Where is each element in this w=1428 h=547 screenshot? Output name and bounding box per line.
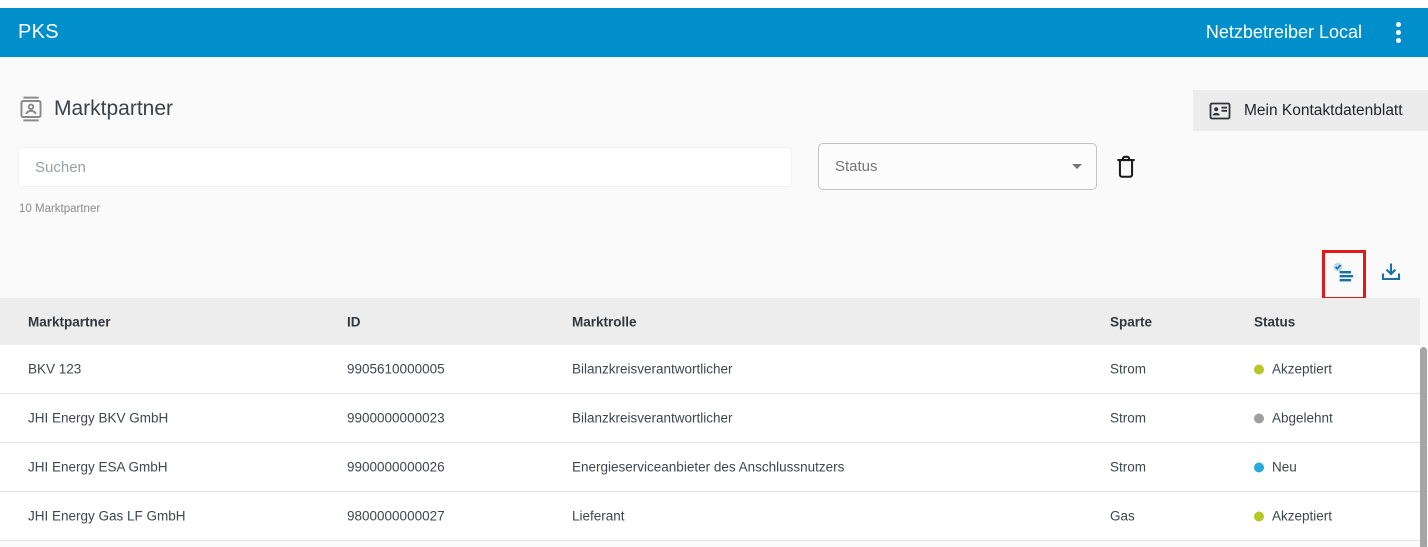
app-header: PKS Netzbetreiber Local [0, 8, 1428, 57]
cell-marktpartner: BKV 123 [28, 361, 82, 377]
page-title: Marktpartner [54, 97, 174, 120]
column-header-marktpartner: Marktpartner [28, 314, 111, 329]
contact-card-icon [1209, 102, 1231, 119]
cell-marktrolle: Bilanzkreisverantwortlicher [572, 410, 733, 426]
status-label: Neu [1272, 459, 1297, 475]
cell-id: 9800000000027 [347, 508, 445, 524]
chevron-down-icon [1072, 164, 1082, 169]
table-row[interactable]: JHI Energy ESA GmbH 9900000000026 Energi… [0, 443, 1428, 492]
cell-status: Neu [1254, 460, 1297, 475]
table-body: BKV 123 9905610000005 Bilanzkreisverantw… [0, 345, 1428, 541]
cell-id: 9905610000005 [347, 361, 445, 377]
cell-id: 9900000000023 [347, 410, 445, 426]
cell-marktrolle: Energieserviceanbieter des Anschlussnutz… [572, 459, 845, 475]
account-label: Netzbetreiber Local [1205, 22, 1362, 42]
cell-sparte: Strom [1110, 410, 1147, 426]
cell-status: Akzeptiert [1254, 509, 1332, 524]
status-filter-select[interactable]: Status [818, 143, 1097, 190]
table-header-row: Marktpartner ID Marktrolle Sparte Status [0, 298, 1420, 345]
cell-status: Abgelehnt [1254, 411, 1333, 426]
cell-status: Akzeptiert [1254, 362, 1332, 377]
status-dot [1254, 413, 1264, 423]
status-label: Akzeptiert [1272, 508, 1333, 524]
status-dot [1254, 511, 1264, 521]
table-row[interactable]: BKV 123 9905610000005 Bilanzkreisverantw… [0, 345, 1428, 394]
app-window: PKS Netzbetreiber Local Marktpartner Mei… [0, 0, 1428, 547]
column-header-marktrolle: Marktrolle [572, 314, 637, 329]
contacts-icon [20, 96, 42, 122]
column-header-sparte: Sparte [1110, 314, 1153, 329]
result-count: 10 Marktpartner [19, 203, 101, 215]
vertical-scrollbar[interactable] [1420, 347, 1427, 547]
download-icon[interactable] [1378, 260, 1404, 286]
app-title: PKS [18, 21, 59, 43]
table-row[interactable]: JHI Energy Gas LF GmbH 9800000000027 Lie… [0, 492, 1428, 541]
cell-marktpartner: JHI Energy BKV GmbH [28, 410, 169, 426]
search-input[interactable] [18, 147, 792, 187]
contact-datasheet-button[interactable]: Mein Kontaktdatenblatt [1193, 90, 1428, 131]
status-label: Akzeptiert [1272, 361, 1333, 377]
column-filter-icon[interactable] [1331, 260, 1357, 286]
clear-filter-trash-icon[interactable] [1113, 154, 1139, 180]
status-dot [1254, 364, 1264, 374]
cell-marktrolle: Bilanzkreisverantwortlicher [572, 361, 733, 377]
cell-sparte: Strom [1110, 459, 1147, 475]
cell-marktpartner: JHI Energy ESA GmbH [28, 459, 168, 475]
status-dot [1254, 462, 1264, 472]
column-header-status: Status [1254, 314, 1296, 329]
status-filter-label: Status [835, 158, 878, 175]
kebab-menu-icon[interactable] [1384, 17, 1412, 49]
cell-id: 9900000000026 [347, 459, 445, 475]
status-label: Abgelehnt [1272, 410, 1333, 426]
contact-datasheet-button-label: Mein Kontaktdatenblatt [1244, 101, 1403, 119]
cell-sparte: Strom [1110, 361, 1147, 377]
column-header-id: ID [347, 314, 361, 329]
cell-marktpartner: JHI Energy Gas LF GmbH [28, 508, 186, 524]
table-row[interactable]: JHI Energy BKV GmbH 9900000000023 Bilanz… [0, 394, 1428, 443]
top-strip [0, 0, 1428, 8]
cell-marktrolle: Lieferant [572, 508, 625, 524]
cell-sparte: Gas [1110, 508, 1135, 524]
